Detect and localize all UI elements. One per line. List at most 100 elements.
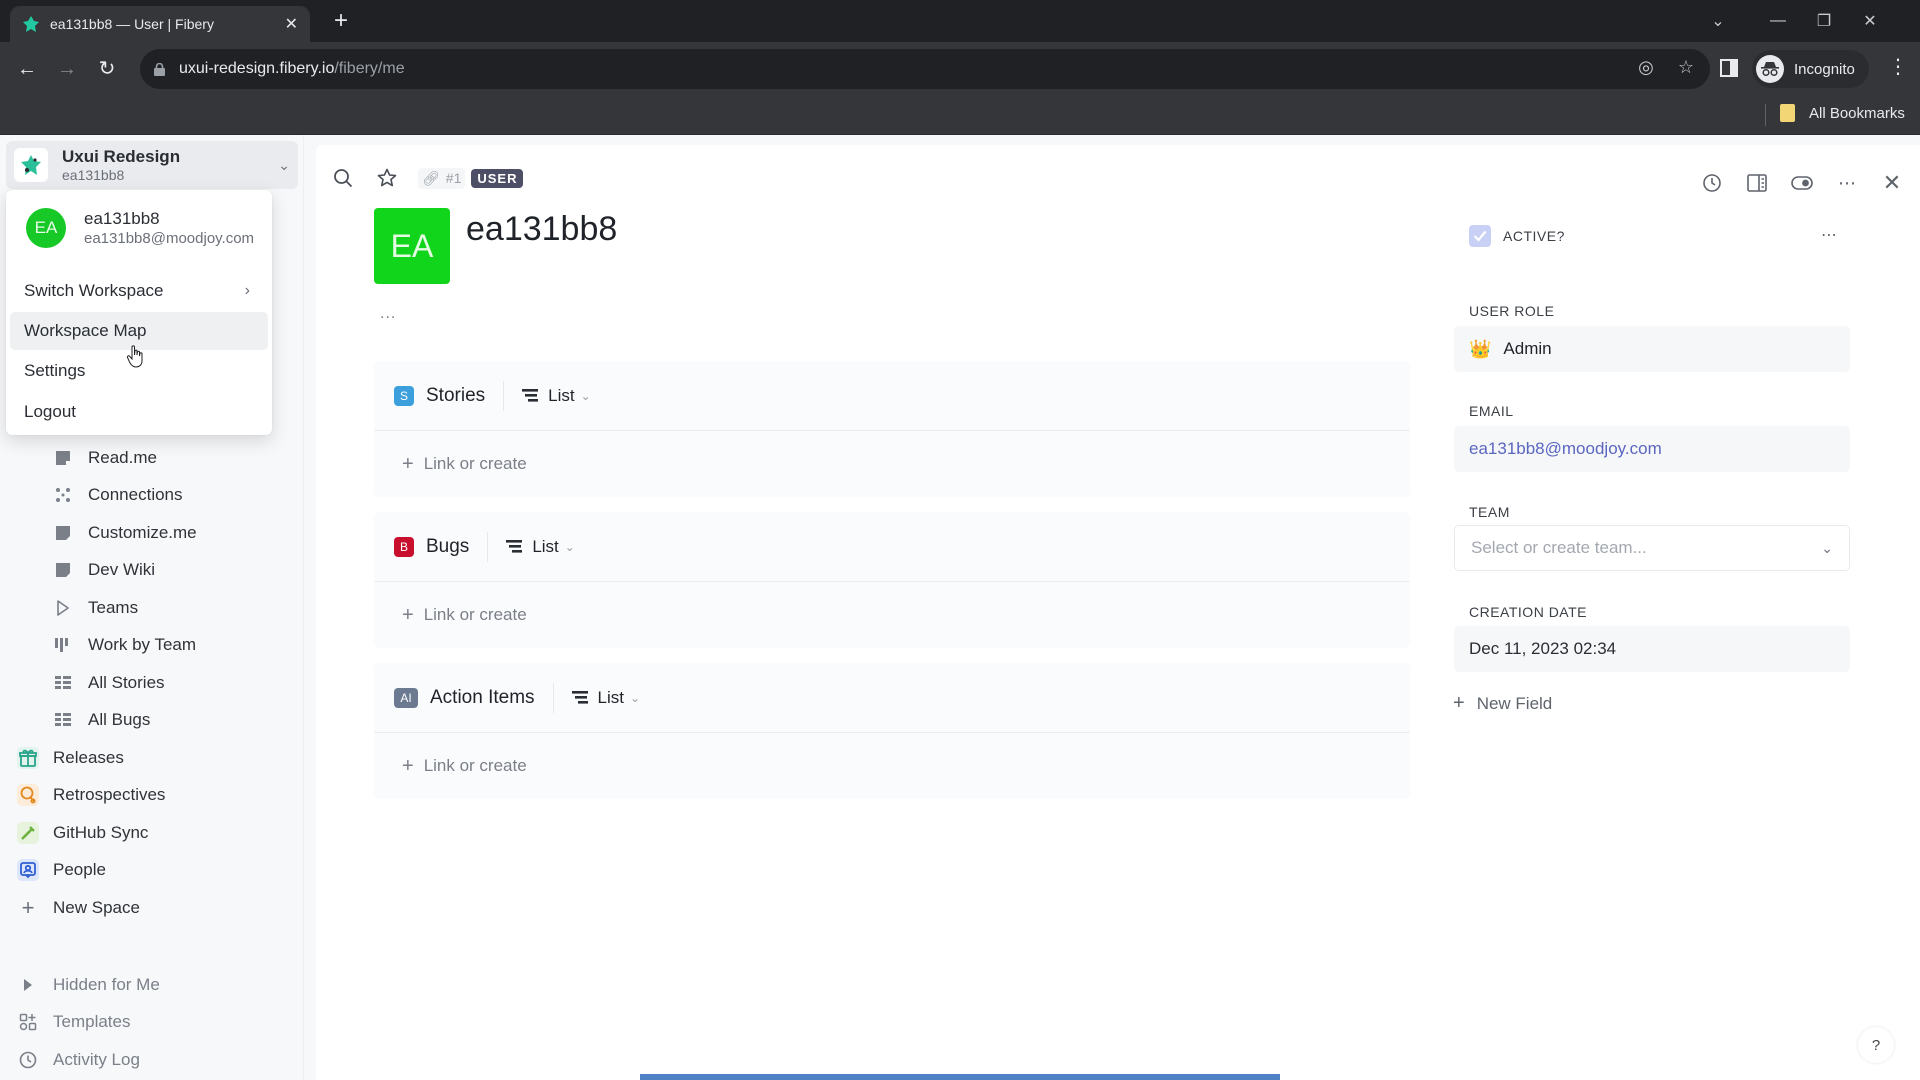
sidebar-item-customize[interactable]: Customize.me bbox=[0, 516, 304, 550]
panel-layout-icon[interactable] bbox=[1745, 171, 1769, 195]
plus-icon: + bbox=[402, 452, 414, 475]
incognito-badge[interactable]: Incognito bbox=[1752, 50, 1869, 88]
lock-icon bbox=[154, 62, 165, 76]
entity-title[interactable]: ea131bb8 bbox=[466, 210, 617, 249]
entity-id-link[interactable]: 🔗︎ #1 bbox=[418, 167, 466, 189]
tab-title: ea131bb8 — User | Fibery bbox=[50, 16, 214, 32]
chevron-right-icon: › bbox=[244, 282, 250, 299]
sidebar-footer-label: Templates bbox=[53, 1012, 131, 1031]
clock-icon bbox=[17, 1049, 39, 1071]
entity-more-button[interactable]: ... bbox=[380, 305, 396, 323]
view-selector[interactable]: List ⌄ bbox=[522, 386, 591, 406]
new-tab-button[interactable]: + bbox=[326, 6, 356, 36]
workspace-switcher[interactable]: Uxui Redesign ea131bb8 ⌄ bbox=[6, 141, 298, 189]
browser-tab[interactable]: ea131bb8 — User | Fibery ✕ bbox=[10, 6, 310, 42]
sidebar-templates[interactable]: Templates bbox=[0, 1005, 304, 1039]
window-controls: ⌄ — ❐ ✕ bbox=[1695, 0, 1893, 42]
eye-off-icon[interactable]: ◎ bbox=[1638, 57, 1654, 78]
tab-search-icon[interactable]: ⌄ bbox=[1695, 11, 1741, 31]
horizontal-scrollbar[interactable] bbox=[640, 1074, 1280, 1080]
history-clock-icon[interactable] bbox=[1700, 171, 1724, 195]
email-field[interactable]: ea131bb8@moodjoy.com bbox=[1454, 426, 1850, 472]
new-field-label: New Field bbox=[1476, 693, 1553, 713]
back-icon[interactable]: ← bbox=[12, 54, 42, 84]
menu-item-switch-workspace[interactable]: Switch Workspace › bbox=[10, 272, 268, 310]
link-or-create-button[interactable]: + Link or create bbox=[374, 582, 1410, 648]
sidebar-item-label: Connections bbox=[88, 485, 183, 504]
sidebar-space-releases[interactable]: Releases bbox=[0, 741, 304, 775]
chevron-down-icon: ⌄ bbox=[630, 690, 641, 705]
minimize-icon[interactable]: — bbox=[1755, 12, 1801, 30]
favorite-star-icon[interactable] bbox=[374, 165, 400, 191]
active-checkbox[interactable] bbox=[1469, 225, 1491, 247]
toggle-icon[interactable] bbox=[1790, 171, 1814, 195]
forward-icon[interactable]: → bbox=[52, 54, 82, 84]
user-menu-profile[interactable]: EA ea131bb8 ea131bb8@moodjoy.com bbox=[26, 208, 254, 248]
view-selector[interactable]: List ⌄ bbox=[506, 537, 575, 557]
side-panel-icon[interactable] bbox=[1720, 59, 1738, 77]
creation-date-field[interactable]: Dec 11, 2023 02:34 bbox=[1454, 626, 1850, 672]
sidebar-item-label: Customize.me bbox=[88, 523, 197, 542]
entity-avatar[interactable]: EA bbox=[374, 208, 450, 284]
sidebar-space-retrospectives[interactable]: Retrospectives bbox=[0, 778, 304, 812]
sidebar-item-dev-wiki[interactable]: Dev Wiki bbox=[0, 553, 304, 587]
close-icon[interactable]: ✕ bbox=[1880, 170, 1904, 195]
sidebar: Uxui Redesign ea131bb8 ⌄ Read.me Connect… bbox=[0, 135, 304, 1080]
fields-more-icon[interactable]: ⋯ bbox=[1821, 225, 1837, 245]
all-bookmarks-label: All Bookmarks bbox=[1809, 104, 1905, 122]
user-menu-dropdown: EA ea131bb8 ea131bb8@moodjoy.com Switch … bbox=[6, 190, 272, 435]
collection-stories: S Stories List ⌄ + Link or create bbox=[374, 361, 1410, 497]
collection-name: Bugs bbox=[426, 535, 470, 557]
entity-type-tag: USER bbox=[471, 168, 524, 188]
browser-tab-bar: ea131bb8 — User | Fibery ✕ + ⌄ — ❐ ✕ bbox=[0, 0, 1920, 42]
sidebar-item-label: Dev Wiki bbox=[88, 560, 156, 579]
new-field-button[interactable]: + New Field bbox=[1453, 692, 1552, 715]
window-close-icon[interactable]: ✕ bbox=[1847, 11, 1893, 31]
url-host: uxui-redesign.fibery.io bbox=[179, 60, 335, 77]
team-select[interactable]: Select or create team... ⌄ bbox=[1454, 525, 1850, 571]
plus-icon: + bbox=[1453, 692, 1465, 714]
restore-icon[interactable]: ❐ bbox=[1801, 11, 1847, 31]
more-icon[interactable]: ⋯ bbox=[1835, 171, 1859, 195]
tab-close-icon[interactable]: ✕ bbox=[285, 14, 298, 34]
sidebar-space-github-sync[interactable]: GitHub Sync bbox=[0, 816, 304, 850]
sidebar-item-work-by-team[interactable]: Work by Team bbox=[0, 628, 304, 662]
collection-action-items: AI Action Items List ⌄ + Link or create bbox=[374, 663, 1410, 799]
link-or-create-button[interactable]: + Link or create bbox=[374, 431, 1410, 497]
view-label: List bbox=[597, 687, 625, 707]
divider bbox=[503, 380, 505, 411]
menu-item-label: Switch Workspace bbox=[24, 281, 164, 300]
sidebar-item-all-stories[interactable]: All Stories bbox=[0, 666, 304, 700]
screw-icon bbox=[17, 822, 39, 844]
bookmark-star-icon[interactable]: ☆ bbox=[1678, 57, 1694, 78]
workspace-logo-icon bbox=[14, 148, 48, 182]
sidebar-footer-label: Hidden for Me bbox=[53, 975, 160, 994]
user-role-field[interactable]: 👑 Admin bbox=[1454, 326, 1850, 372]
sidebar-item-readme[interactable]: Read.me bbox=[0, 441, 304, 475]
fibery-app: Uxui Redesign ea131bb8 ⌄ Read.me Connect… bbox=[0, 135, 1920, 1080]
sidebar-item-label: All Stories bbox=[88, 673, 165, 692]
sidebar-hidden-for-me[interactable]: Hidden for Me bbox=[0, 968, 304, 1002]
sidebar-item-all-bugs[interactable]: All Bugs bbox=[0, 703, 304, 737]
link-or-create-button[interactable]: + Link or create bbox=[374, 733, 1410, 799]
help-button[interactable]: ? bbox=[1858, 1027, 1894, 1063]
sidebar-item-teams[interactable]: Teams bbox=[0, 591, 304, 625]
sidebar-item-label: Work by Team bbox=[88, 635, 197, 654]
new-space-button[interactable]: + New Space bbox=[0, 891, 304, 925]
view-label: List bbox=[532, 536, 559, 556]
reload-icon[interactable]: ↻ bbox=[92, 54, 122, 84]
workspace-user: ea131bb8 bbox=[62, 167, 125, 183]
search-icon[interactable] bbox=[330, 165, 356, 191]
sidebar-item-connections[interactable]: Connections bbox=[0, 478, 304, 512]
sidebar-activity-log[interactable]: Activity Log bbox=[0, 1043, 304, 1077]
browser-menu-icon[interactable]: ⋮ bbox=[1888, 54, 1908, 79]
collection-bugs: B Bugs List ⌄ + Link or create bbox=[374, 512, 1410, 648]
type-icon bbox=[52, 597, 74, 619]
sidebar-space-people[interactable]: People bbox=[0, 853, 304, 887]
divider bbox=[552, 682, 554, 713]
view-selector[interactable]: List ⌄ bbox=[571, 687, 641, 708]
all-bookmarks-button[interactable]: All Bookmarks bbox=[1780, 104, 1905, 122]
menu-item-logout[interactable]: Logout bbox=[10, 393, 268, 431]
table-icon bbox=[52, 672, 74, 694]
url-input[interactable]: uxui-redesign.fibery.io/fibery/me ◎ ☆ bbox=[140, 49, 1710, 89]
